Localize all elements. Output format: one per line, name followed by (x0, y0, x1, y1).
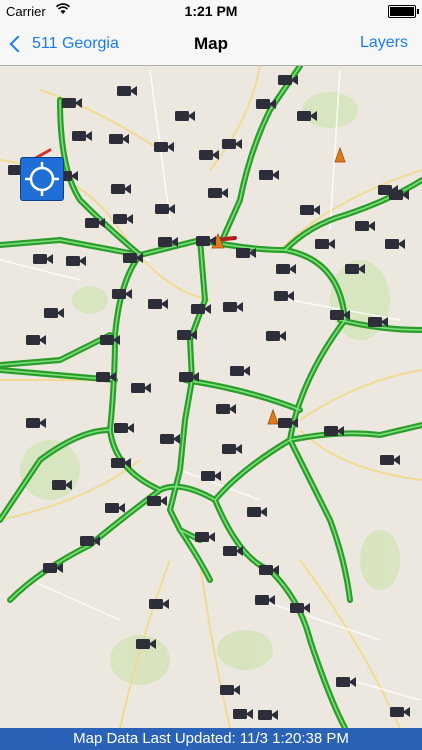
status-time: 1:21 PM (184, 3, 238, 19)
battery-icon (388, 5, 419, 18)
last-updated-banner: Map Data Last Updated: 11/3 1:20:38 PM (0, 728, 422, 750)
locate-me-button[interactable] (20, 157, 64, 201)
traffic-map[interactable] (0, 66, 422, 728)
layers-button[interactable]: Layers (360, 34, 408, 52)
status-bar: Carrier 1:21 PM (0, 0, 422, 22)
page-title: Map (194, 34, 228, 53)
locate-me-icon (25, 162, 59, 196)
navigation-bar: 511 Georgia Map Layers (0, 22, 422, 66)
